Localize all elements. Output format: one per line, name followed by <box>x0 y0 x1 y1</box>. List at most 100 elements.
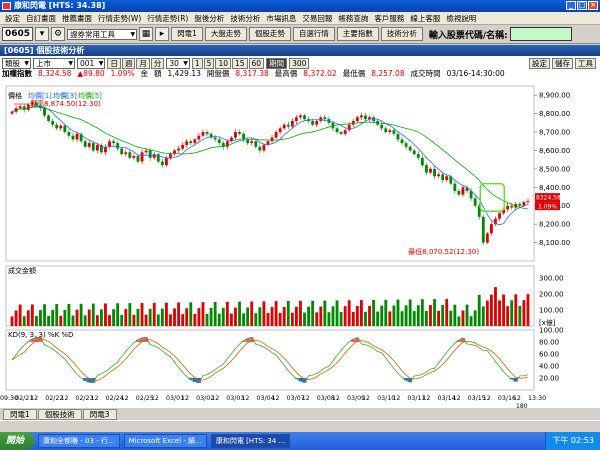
subtab-0[interactable]: 閃電1 <box>3 408 37 420</box>
x-label-26: 12 <box>392 395 400 402</box>
chevron-down-icon[interactable]: ▾ <box>35 27 50 41</box>
minimize-icon[interactable]: _ <box>566 1 576 10</box>
candle-body-69 <box>290 121 294 127</box>
menu-item-2[interactable]: 推薦畫面 <box>59 13 95 24</box>
x-label-12: 12 <box>181 395 189 402</box>
quick-button-3[interactable]: 自選行情 <box>292 27 335 41</box>
volume-bar-54 <box>229 313 233 326</box>
volume-bar-77 <box>323 300 327 326</box>
taskbar-task-2[interactable]: 康和閃電 [HTS: 34 ... <box>210 434 291 448</box>
volume-bar-109 <box>453 304 457 326</box>
candle-body-34 <box>148 150 152 158</box>
subtab-1[interactable]: 個股技術 <box>37 408 82 420</box>
x-label-14: 12 <box>211 395 219 402</box>
volume-bar-117 <box>485 300 489 326</box>
candle-body-96 <box>400 139 404 144</box>
menu-item-8[interactable]: 交易回報 <box>299 13 335 24</box>
menu-item-6[interactable]: 技術分析 <box>227 13 263 24</box>
right-button-0[interactable]: 設定 <box>529 58 550 69</box>
start-button[interactable]: 開始 <box>0 432 35 450</box>
technical-chart[interactable]: 價格 均價[1] 均價[3] 均價[5] 最高8,874.50(12:30) 8,900.… <box>0 78 600 408</box>
screen-code-input[interactable]: 0605 <box>2 27 34 41</box>
menu-item-5[interactable]: 盤後分析 <box>191 13 227 24</box>
stock-code-prompt: 輸入股票代碼/名稱: <box>428 30 508 41</box>
volume-bar-48 <box>205 313 209 326</box>
price-ylabel-8: 8,100.00 <box>539 239 570 247</box>
volume-bar-90 <box>376 311 380 326</box>
volume-bar-100 <box>416 305 420 326</box>
volume-bar-47 <box>201 302 205 326</box>
volume-bar-22 <box>99 309 103 326</box>
right-button-1[interactable]: 儲存 <box>552 58 573 69</box>
volume-bar-86 <box>359 300 363 326</box>
volume-bar-111 <box>461 310 465 326</box>
volume-bar-29 <box>128 303 132 326</box>
candle-body-32 <box>140 152 144 162</box>
subtab-2[interactable]: 閃電3 <box>82 408 117 420</box>
quick-button-4[interactable]: 主要指數 <box>336 27 379 41</box>
menu-item-3[interactable]: 行情走勢(W) <box>95 13 144 24</box>
candle-body-39 <box>169 154 172 158</box>
quick-button-2[interactable]: 個股走勢 <box>248 27 291 41</box>
kd-ylabel-2: 60.00 <box>539 351 559 359</box>
quick-button-5[interactable]: 技術分析 <box>380 27 423 41</box>
stock-code-input[interactable] <box>509 27 572 41</box>
tool-icon[interactable]: ⚙ <box>51 27 66 41</box>
low-value: 8,257.08 <box>371 69 405 78</box>
volume-bar-18 <box>83 315 87 326</box>
volume-bar-102 <box>424 310 428 326</box>
taskbar-task-0[interactable]: 康和全都賺 - 03 - 行... <box>38 434 120 448</box>
volume-ylabel-0: 300.00 <box>539 275 564 283</box>
volume-bar-9 <box>47 315 51 326</box>
volume-bar-12 <box>59 315 63 326</box>
taskbar-task-1[interactable]: Microsoft Excel - 績... <box>123 434 207 448</box>
volume-bar-21 <box>95 315 99 326</box>
candle-body-109 <box>453 183 457 191</box>
menu-item-0[interactable]: 設定 <box>2 13 23 24</box>
quick-button-0[interactable]: 閃電1 <box>171 27 203 41</box>
candle-body-101 <box>420 157 424 166</box>
candle-body-56 <box>238 132 241 134</box>
volume-bar-28 <box>124 309 128 326</box>
candle-body-76 <box>319 117 323 121</box>
menu-item-9[interactable]: 帳務查詢 <box>335 13 371 24</box>
app-icon <box>2 2 11 10</box>
candle-body-94 <box>392 130 396 134</box>
calculator-icon[interactable]: ▦ <box>139 27 154 41</box>
volume-bar-70 <box>294 306 298 326</box>
candle-body-105 <box>437 174 441 177</box>
volume-bar-56 <box>238 301 241 326</box>
volume-bar-24 <box>108 315 111 326</box>
candle-body-11 <box>55 124 59 129</box>
tool-dropdown[interactable]: 證券常用工具 <box>67 28 138 40</box>
menu-item-12[interactable]: 檢視說明 <box>443 13 479 24</box>
menu-item-11[interactable]: 線上客服 <box>407 13 443 24</box>
candle-body-30 <box>132 156 136 158</box>
volume-bar-108 <box>449 310 453 326</box>
kd-ylabel-3: 40.00 <box>539 363 559 371</box>
arrow-icon[interactable]: ▸ <box>155 27 170 41</box>
candle-body-75 <box>315 121 319 125</box>
menu-item-10[interactable]: 客戶服務 <box>371 13 407 24</box>
volume-ylabel-1: 200.00 <box>539 291 564 299</box>
volume-bar-25 <box>112 309 116 326</box>
menu-item-7[interactable]: 市場訊息 <box>263 13 299 24</box>
volume-bar-64 <box>270 307 274 326</box>
volume-bar-8 <box>43 304 46 326</box>
candle-body-18 <box>83 141 87 147</box>
candle-body-66 <box>278 128 282 133</box>
maximize-icon[interactable]: □ <box>577 1 587 10</box>
candle-body-29 <box>128 152 132 158</box>
menu-item-4[interactable]: 行情走勢(R) <box>144 13 191 24</box>
close-icon[interactable]: × <box>588 1 598 10</box>
chart-svg[interactable]: 價格 均價[1] 均價[3] 均價[5]最高8,874.50(12:30)8,900.… <box>0 78 600 408</box>
volume-bar-37 <box>160 308 164 326</box>
volume-bar-50 <box>213 302 217 326</box>
right-button-2[interactable]: 工具 <box>575 58 596 69</box>
kd-ylabel-1: 80.00 <box>539 339 559 347</box>
volume-bar-91 <box>380 305 384 326</box>
quick-button-1[interactable]: 大盤走勢 <box>204 27 247 41</box>
ma-legend-2: 均價[5] <box>78 91 102 100</box>
menu-item-1[interactable]: 自訂畫面 <box>23 13 59 24</box>
x-label-4: 12 <box>60 395 68 402</box>
